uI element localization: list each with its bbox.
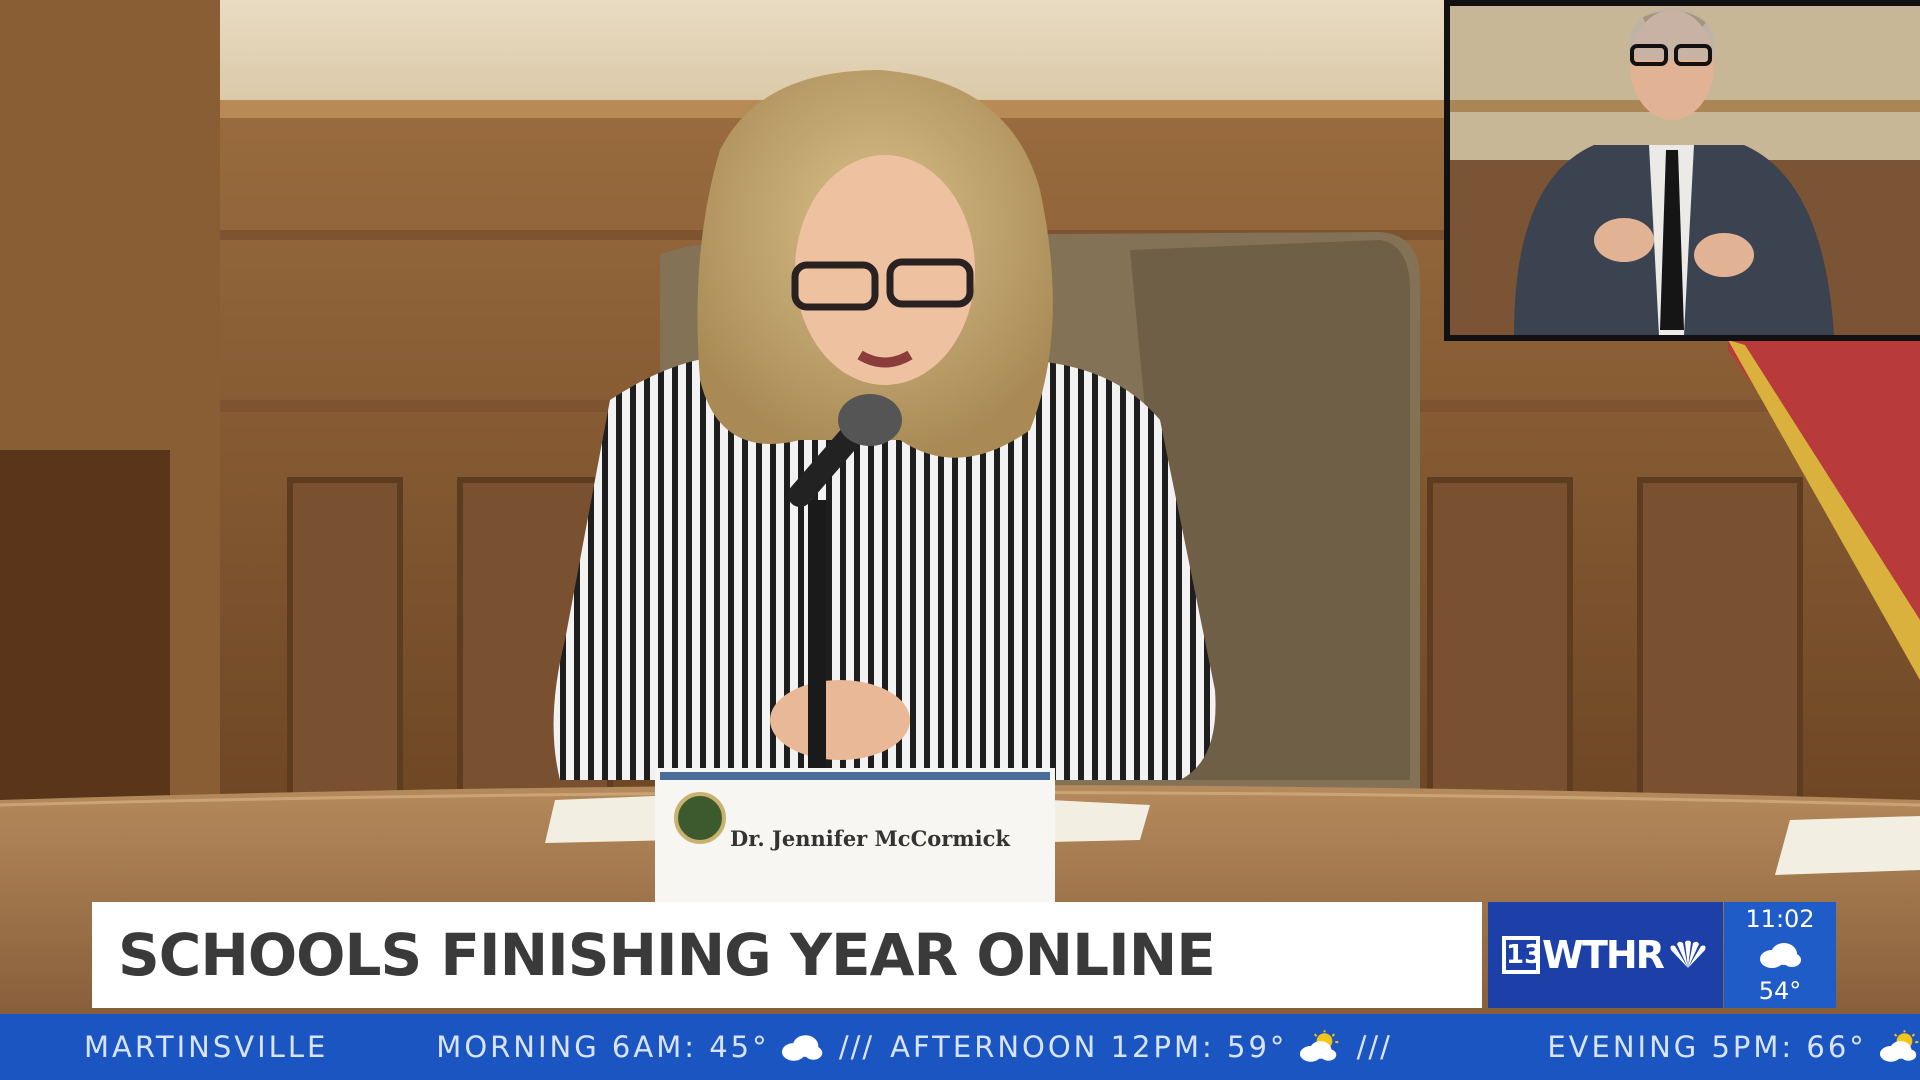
peacock-icon — [1670, 940, 1706, 968]
current-weather-box: 11:02 54° — [1724, 902, 1836, 1008]
sun-cloud-icon — [1300, 1030, 1339, 1062]
ticker-forecast-morning: MORNING 6AM: 45° — [436, 1030, 770, 1064]
nameplate-text: Dr. Jennifer McCormick — [730, 826, 1010, 851]
lower-third-banner: SCHOOLS FINISHING YEAR ONLINE — [92, 902, 1482, 1008]
call-letters: WTHR — [1542, 933, 1665, 977]
ticker-forecast-evening: EVENING 5PM: 66° — [1547, 1030, 1867, 1064]
interpreter-inset — [1444, 0, 1920, 341]
channel-number: 13 — [1502, 936, 1542, 974]
station-logo: 13 WTHR — [1488, 902, 1723, 1008]
ticker-separator: /// — [838, 1030, 875, 1064]
ticker-separator: /// — [1356, 1030, 1392, 1064]
clock-time: 11:02 — [1745, 905, 1815, 933]
sun-cloud-icon — [1879, 1030, 1919, 1062]
ticker-forecast-afternoon: AFTERNOON 12PM: 59° — [890, 1030, 1288, 1064]
current-temperature: 54° — [1758, 977, 1802, 1005]
cloud-icon — [1760, 943, 1801, 968]
headline-text: SCHOOLS FINISHING YEAR ONLINE — [118, 921, 1216, 989]
weather-ticker: MARTINSVILLE MORNING 6AM: 45° /// AFTERN… — [0, 1014, 1920, 1080]
cloud-icon — [781, 1035, 822, 1061]
ticker-city: MARTINSVILLE — [84, 1030, 329, 1064]
